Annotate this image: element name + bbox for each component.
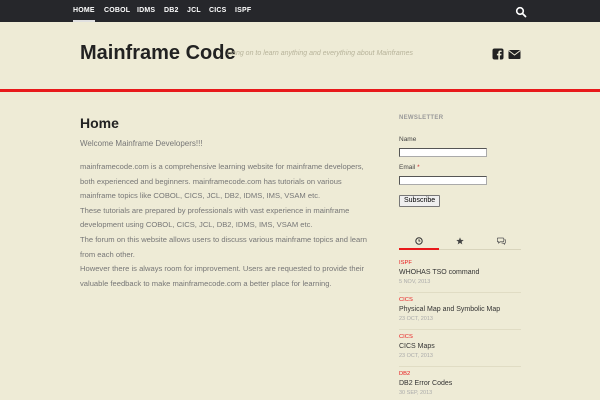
- nav-item-ispf[interactable]: ISPF: [235, 0, 251, 22]
- nav-item-db2[interactable]: DB2: [164, 0, 179, 22]
- top-navigation: Home COBOL IDMS DB2 JCL CICS ISPF: [0, 0, 600, 22]
- tab-recent[interactable]: [399, 234, 439, 250]
- content-paragraph: mainframecode.com is a comprehensive lea…: [80, 162, 364, 201]
- facebook-icon[interactable]: [492, 47, 504, 60]
- post-category[interactable]: CICS: [399, 297, 521, 303]
- post-date: 5 Nov, 2013: [399, 279, 431, 285]
- post-date: 23 Oct, 2013: [399, 316, 433, 322]
- post-category[interactable]: ISPF: [399, 260, 521, 266]
- header-accent-bar: [0, 89, 600, 92]
- content-paragraph: However there is always room for improve…: [80, 264, 365, 288]
- comments-icon: [497, 237, 506, 245]
- name-field-label: Name: [399, 136, 417, 143]
- page-title: Home: [80, 115, 119, 131]
- posts-tabs: [399, 234, 521, 250]
- list-item: CICS CICS Maps 23 Oct, 2013: [399, 334, 521, 359]
- search-icon[interactable]: [515, 5, 527, 18]
- divider: [399, 292, 521, 293]
- list-item: DB2 DB2 Error Codes 30 Sep, 2013: [399, 371, 521, 396]
- post-date: 30 Sep, 2013: [399, 390, 433, 396]
- nav-item-cobol[interactable]: COBOL: [104, 0, 130, 22]
- content-paragraph: These tutorials are prepared by professi…: [80, 205, 350, 230]
- site-title[interactable]: Mainframe Code: [80, 42, 236, 65]
- page-content: mainframecode.com is a comprehensive lea…: [80, 160, 375, 291]
- welcome-text: Welcome Mainframe Developers!!!: [80, 139, 203, 148]
- post-title[interactable]: WHOHAS TSO command: [399, 269, 521, 276]
- post-category[interactable]: DB2: [399, 371, 521, 377]
- nav-item-home[interactable]: Home: [73, 0, 95, 22]
- name-field[interactable]: [399, 148, 487, 157]
- clock-icon: [415, 237, 423, 245]
- tab-comments[interactable]: [481, 234, 521, 250]
- list-item: CICS Physical Map and Symbolic Map 23 Oc…: [399, 297, 521, 322]
- post-title[interactable]: CICS Maps: [399, 343, 521, 350]
- required-mark: *: [417, 164, 420, 171]
- tab-popular[interactable]: [440, 234, 480, 250]
- email-field[interactable]: [399, 176, 487, 185]
- star-icon: [456, 237, 464, 245]
- post-title[interactable]: DB2 Error Codes: [399, 380, 521, 387]
- newsletter-widget-title: Newsletter: [399, 115, 444, 121]
- nav-item-cics[interactable]: CICS: [209, 0, 227, 22]
- email-field-label: Email *: [399, 164, 420, 171]
- nav-item-jcl[interactable]: JCL: [187, 0, 201, 22]
- content-paragraph: The forum on this website allows users t…: [80, 234, 368, 259]
- post-title[interactable]: Physical Map and Symbolic Map: [399, 306, 521, 313]
- envelope-icon[interactable]: [508, 47, 521, 59]
- post-date: 23 Oct, 2013: [399, 353, 433, 359]
- divider: [399, 366, 521, 367]
- divider: [399, 329, 521, 330]
- subscribe-button[interactable]: Subscribe: [399, 195, 441, 207]
- list-item: ISPF WHOHAS TSO command 5 Nov, 2013: [399, 260, 521, 285]
- site-description: Hang on to learn anything and everything…: [227, 50, 414, 57]
- site-header: Mainframe Code Hang on to learn anything…: [0, 22, 600, 89]
- post-category[interactable]: CICS: [399, 334, 521, 340]
- nav-item-idms[interactable]: IDMS: [137, 0, 155, 22]
